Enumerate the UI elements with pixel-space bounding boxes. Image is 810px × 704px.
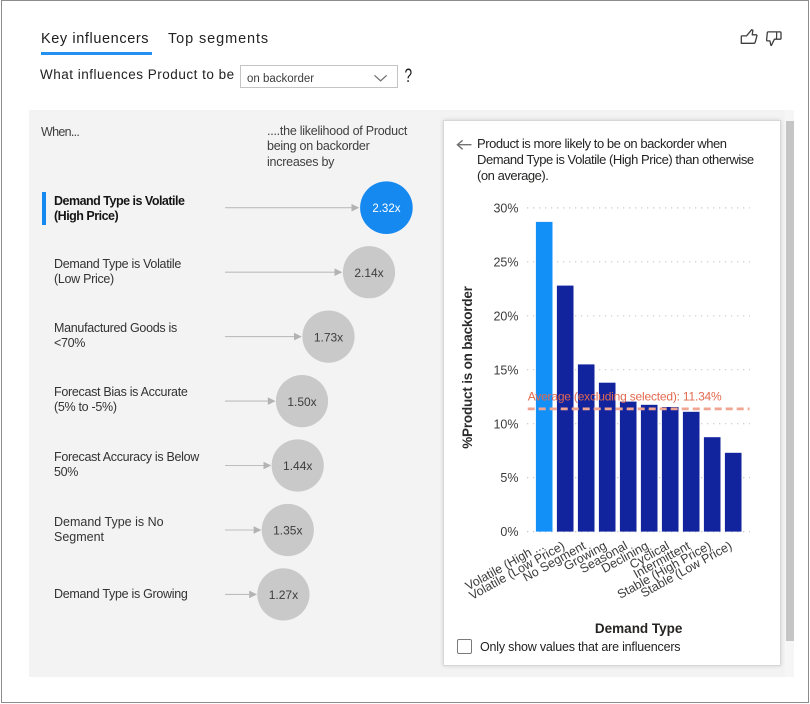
svg-text:%Product is on backorder: %Product is on backorder: [460, 285, 475, 448]
svg-text:2.14x: 2.14x: [354, 266, 383, 280]
svg-text:1.44x: 1.44x: [283, 459, 312, 473]
svg-text:5%: 5%: [500, 471, 518, 485]
svg-text:0%: 0%: [500, 525, 518, 539]
svg-text:Average (excluding selected):: Average (excluding selected): 11.34%: [528, 389, 722, 403]
svg-text:10%: 10%: [493, 417, 518, 431]
svg-text:15%: 15%: [493, 363, 518, 377]
svg-text:30%: 30%: [493, 202, 518, 216]
svg-text:1.27x: 1.27x: [269, 588, 298, 602]
svg-text:2.32x: 2.32x: [372, 203, 400, 215]
svg-text:1.35x: 1.35x: [273, 524, 302, 538]
svg-text:25%: 25%: [493, 255, 518, 269]
svg-text:20%: 20%: [493, 309, 518, 323]
svg-text:1.73x: 1.73x: [314, 330, 343, 344]
svg-text:1.50x: 1.50x: [287, 395, 316, 409]
